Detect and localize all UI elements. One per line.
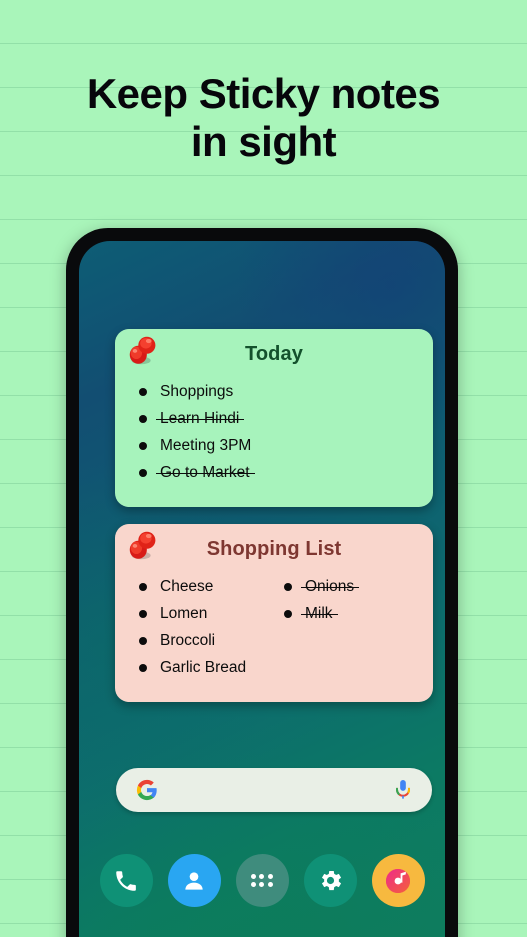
gear-icon — [321, 870, 341, 891]
dock-item-music[interactable] — [371, 854, 425, 907]
list-item-label: Broccoli — [160, 631, 216, 649]
list-item-label: Cheese — [160, 577, 214, 595]
list-item[interactable]: Onions — [284, 573, 429, 600]
dock-item-apps[interactable] — [235, 854, 289, 907]
headline-line-1: Keep Sticky notes — [86, 70, 441, 117]
page-title: Keep Sticky notes in sight — [0, 70, 527, 166]
list-item-label: Shoppings — [160, 382, 234, 400]
music-note-icon — [386, 868, 410, 893]
contacts-icon — [185, 871, 203, 890]
dock-item-phone[interactable] — [99, 854, 153, 907]
list-item[interactable]: Broccoli — [139, 627, 284, 654]
bullet-icon — [139, 582, 147, 591]
phone-screen: Today Shoppings Learn Hindi Meeting 3PM — [79, 241, 445, 937]
list-item[interactable]: Shoppings — [139, 378, 433, 405]
google-logo-icon — [136, 779, 157, 801]
bullet-icon — [139, 609, 147, 618]
phone-mockup: Today Shoppings Learn Hindi Meeting 3PM — [66, 228, 458, 937]
list-item[interactable]: Lomen — [139, 600, 284, 627]
promo-screenshot: Keep Sticky notes in sight Today Shoppin… — [0, 0, 527, 937]
list-item-label: Lomen — [160, 604, 208, 622]
dock-item-settings[interactable] — [303, 854, 357, 907]
sticky-note-today[interactable]: Today Shoppings Learn Hindi Meeting 3PM — [115, 329, 433, 507]
bullet-icon — [139, 663, 147, 672]
app-drawer-icon — [251, 873, 273, 888]
note-title-shopping-list: Shopping List — [206, 538, 342, 560]
sticky-note-shopping-list[interactable]: Shopping List Cheese Lomen Broccoli Garl… — [115, 524, 433, 702]
bullet-icon — [139, 636, 147, 645]
list-item-label: Learn Hindi — [155, 409, 245, 427]
bullet-icon — [284, 582, 292, 591]
note-items-shopping-list: Cheese Lomen Broccoli Garlic Bread Onion… — [115, 561, 433, 681]
bullet-icon — [139, 468, 147, 477]
list-item[interactable]: Cheese — [139, 573, 284, 600]
list-item-label: Onions — [300, 577, 360, 595]
note-column-right: Onions Milk — [284, 573, 429, 681]
list-item[interactable]: Garlic Bread — [139, 654, 284, 681]
list-item[interactable]: Meeting 3PM — [139, 432, 433, 459]
list-item[interactable]: Go to Market — [139, 459, 433, 486]
microphone-icon[interactable] — [393, 779, 413, 801]
bullet-icon — [139, 414, 147, 423]
list-item[interactable]: Milk — [284, 600, 429, 627]
note-items-today: Shoppings Learn Hindi Meeting 3PM Go to … — [115, 366, 433, 486]
list-item-label: Go to Market — [156, 463, 255, 481]
list-item-label: Garlic Bread — [160, 658, 247, 676]
bullet-icon — [139, 387, 147, 396]
dock — [79, 854, 445, 907]
google-search-bar[interactable] — [116, 768, 432, 812]
bullet-icon — [139, 441, 147, 450]
headline-line-2: in sight — [190, 118, 337, 165]
bullet-icon — [284, 609, 292, 618]
phone-icon — [116, 870, 136, 891]
list-item-label: Milk — [301, 604, 338, 622]
list-item-label: Meeting 3PM — [160, 436, 252, 454]
note-column-left: Cheese Lomen Broccoli Garlic Bread — [139, 573, 284, 681]
list-item[interactable]: Learn Hindi — [139, 405, 433, 432]
dock-item-contacts[interactable] — [167, 854, 221, 907]
note-title-today: Today — [245, 343, 303, 365]
